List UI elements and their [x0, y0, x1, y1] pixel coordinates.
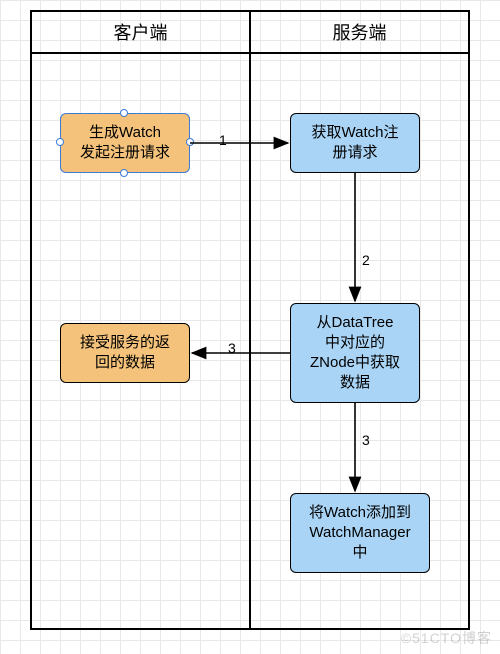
lane-server-header: 服务端 [251, 12, 468, 52]
edge-label-2: 2 [362, 252, 370, 268]
swimlane-divider [249, 54, 251, 628]
node-server-get-watch-request[interactable]: 获取Watch注 册请求 [290, 113, 420, 173]
node-client-generate-watch[interactable]: 生成Watch 发起注册请求 [60, 113, 190, 173]
swimlane-header: 客户端 服务端 [32, 12, 468, 54]
node-label: 生成Watch 发起注册请求 [80, 123, 170, 164]
resize-handle[interactable] [186, 138, 194, 146]
node-label: 获取Watch注 册请求 [312, 123, 399, 164]
node-server-add-watchmanager[interactable]: 将Watch添加到 WatchManager 中 [290, 493, 430, 573]
resize-handle[interactable] [120, 109, 128, 117]
edge-label-3: 3 [228, 340, 236, 356]
resize-handle[interactable] [120, 169, 128, 177]
node-label: 接受服务的返 回的数据 [80, 333, 170, 374]
node-label: 从DataTree 中对应的 ZNode中获取 数据 [310, 313, 400, 394]
node-client-receive-data[interactable]: 接受服务的返 回的数据 [60, 323, 190, 383]
lane-client-header: 客户端 [32, 12, 251, 52]
node-label: 将Watch添加到 WatchManager 中 [309, 503, 411, 564]
resize-handle[interactable] [56, 138, 64, 146]
edge-label-4: 3 [362, 432, 370, 448]
node-server-datatree-znode[interactable]: 从DataTree 中对应的 ZNode中获取 数据 [290, 303, 420, 403]
watermark: ©51CTO博客 [401, 628, 492, 648]
edge-label-1: 1 [219, 132, 227, 148]
